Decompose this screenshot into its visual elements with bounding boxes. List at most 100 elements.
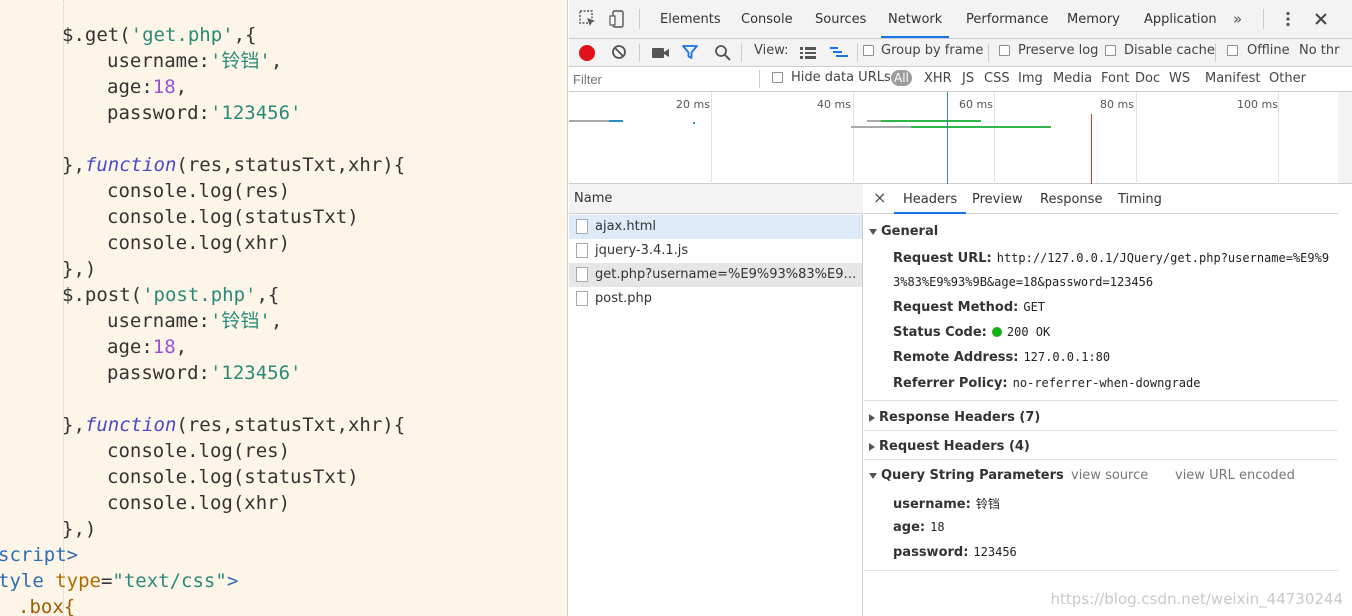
group-by-frame-checkbox[interactable] [863, 45, 874, 56]
code-token: password: [107, 362, 210, 384]
search-icon[interactable] [714, 44, 731, 65]
more-tabs-button[interactable]: » [1233, 10, 1242, 28]
code-token: console.log(res) [107, 180, 291, 202]
query-params-toggle[interactable]: Query String Parameters [869, 468, 1064, 483]
filter-type-other[interactable]: Other [1269, 71, 1306, 86]
offline-checkbox[interactable] [1227, 45, 1238, 56]
request-url-row-continued: 3%83%E9%93%9B&age=18&password=123456 [893, 275, 1153, 290]
code-line: },) [62, 516, 96, 542]
tab-memory[interactable]: Memory [1060, 0, 1127, 38]
query-param-value: 18 [930, 520, 945, 534]
code-line: password:'123456' [107, 100, 301, 126]
query-param-row: username: 铃铛 [893, 495, 1000, 512]
overview-tick-label: 20 ms [676, 98, 710, 111]
code-line: username:'铃铛', [107, 48, 282, 74]
code-token: }, [62, 154, 85, 176]
request-row[interactable]: post.php [569, 287, 862, 311]
overview-gridline [1136, 92, 1137, 184]
code-token: },) [62, 258, 97, 280]
code-token: $.post( [62, 284, 143, 306]
request-row[interactable]: jquery-3.4.1.js [569, 239, 862, 263]
request-url-row: Request URL: http://127.0.0.1/JQuery/get.… [893, 251, 1329, 266]
filter-type-xhr[interactable]: XHR [924, 71, 952, 86]
code-line: },function(res,statusTxt,xhr){ [62, 412, 405, 438]
code-token: (res,statusTxt,xhr){ [176, 414, 406, 436]
code-token: username: [107, 310, 210, 332]
request-headers-title: Request Headers (4) [879, 439, 1030, 454]
details-tab-timing[interactable]: Timing [1109, 184, 1171, 214]
tab-network[interactable]: Network [881, 0, 950, 38]
preserve-log-checkbox[interactable] [999, 45, 1010, 56]
name-column-header[interactable]: Name [569, 184, 863, 214]
network-overview[interactable]: 20 ms 40 ms 60 ms 80 ms 100 ms [569, 92, 1338, 184]
close-details-icon[interactable]: × [873, 188, 886, 207]
large-rows-icon[interactable] [800, 47, 816, 63]
close-devtools-icon[interactable] [1314, 12, 1328, 30]
view-url-encoded-link[interactable]: view URL encoded [1175, 468, 1295, 483]
filter-type-img[interactable]: Img [1018, 71, 1043, 86]
request-headers-toggle[interactable]: Request Headers (4) [869, 439, 1030, 454]
group-by-frame-label: Group by frame [881, 43, 984, 58]
filter-input[interactable] [573, 69, 757, 89]
filter-type-manifest[interactable]: Manifest [1205, 71, 1260, 86]
tab-sources[interactable]: Sources [808, 0, 873, 38]
tab-performance[interactable]: Performance [959, 0, 1055, 38]
request-url-value-continued: 3%83%E9%93%9B&age=18&password=123456 [893, 275, 1154, 289]
request-row[interactable]: get.php?username=%E9%93%83%E9%93... [569, 263, 862, 287]
device-toolbar-icon[interactable] [609, 10, 627, 32]
code-editor[interactable]: $.get('get.php',{username:'铃铛', age:18, pa… [0, 0, 568, 616]
disable-cache-checkbox[interactable] [1105, 45, 1116, 56]
tab-application[interactable]: Application [1137, 0, 1224, 38]
file-icon [576, 243, 588, 258]
code-token: tyle [0, 570, 56, 592]
code-token: function [84, 154, 177, 176]
request-list: Name ajax.html jquery-3.4.1.js get.php?use… [569, 184, 863, 616]
filter-type-css[interactable]: CSS [984, 71, 1010, 86]
response-headers-title: Response Headers (7) [879, 410, 1041, 425]
toolbar-divider [1263, 9, 1264, 29]
status-code-row: Status Code: 200 OK [893, 325, 1050, 340]
code-line: age:18, [107, 74, 187, 100]
dom-content-loaded-marker [947, 92, 948, 184]
view-source-link[interactable]: view source [1071, 468, 1148, 483]
code-token: , [175, 336, 188, 358]
overview-scrollbar[interactable] [1338, 92, 1352, 184]
filter-type-ws[interactable]: WS [1169, 71, 1190, 86]
throttling-select[interactable]: No thr [1299, 43, 1340, 58]
query-params-title: Query String Parameters [881, 468, 1064, 483]
status-ok-dot-icon [991, 327, 1002, 337]
customize-menu-icon[interactable] [1285, 11, 1291, 31]
devtools-tab-bar: Elements Console Sources Network Performance… [569, 0, 1352, 39]
request-row[interactable]: ajax.html [569, 215, 862, 239]
tab-elements[interactable]: Elements [653, 0, 728, 38]
record-icon[interactable] [579, 45, 595, 61]
code-line: console.log(res) [107, 438, 290, 464]
details-tab-headers[interactable]: Headers [894, 184, 967, 214]
hide-data-urls-checkbox[interactable] [772, 72, 783, 83]
filter-type-font[interactable]: Font [1101, 71, 1129, 86]
clear-icon[interactable] [611, 44, 627, 64]
details-tab-preview[interactable]: Preview [963, 184, 1032, 214]
filter-type-js[interactable]: JS [962, 71, 974, 86]
filter-type-media[interactable]: Media [1053, 71, 1092, 86]
response-headers-toggle[interactable]: Response Headers (7) [869, 410, 1040, 425]
tab-console[interactable]: Console [734, 0, 800, 38]
code-token: console.log(statusTxt) [107, 206, 359, 228]
filter-icon[interactable] [682, 44, 698, 64]
filter-type-doc[interactable]: Doc [1135, 71, 1160, 86]
capture-screenshots-icon[interactable] [652, 46, 670, 64]
code-line: },function(res,statusTxt,xhr){ [62, 152, 405, 178]
overview-tick-label: 100 ms [1237, 98, 1278, 111]
code-token: (res,statusTxt,xhr){ [176, 154, 406, 176]
general-section-toggle[interactable]: General [869, 224, 938, 239]
code-token: , [270, 50, 283, 72]
code-token: console.log(statusTxt) [107, 466, 359, 488]
inspect-element-icon[interactable] [579, 10, 597, 32]
expanded-arrow-icon [869, 472, 877, 479]
filter-type-all[interactable]: All [891, 70, 912, 86]
details-tab-bar: × Headers Preview Response Timing [864, 184, 1338, 214]
code-line: $.post('post.php',{ [62, 282, 279, 308]
waterfall-icon[interactable] [830, 47, 848, 63]
details-tab-response[interactable]: Response [1031, 184, 1111, 214]
toolbar-divider [1215, 44, 1216, 62]
